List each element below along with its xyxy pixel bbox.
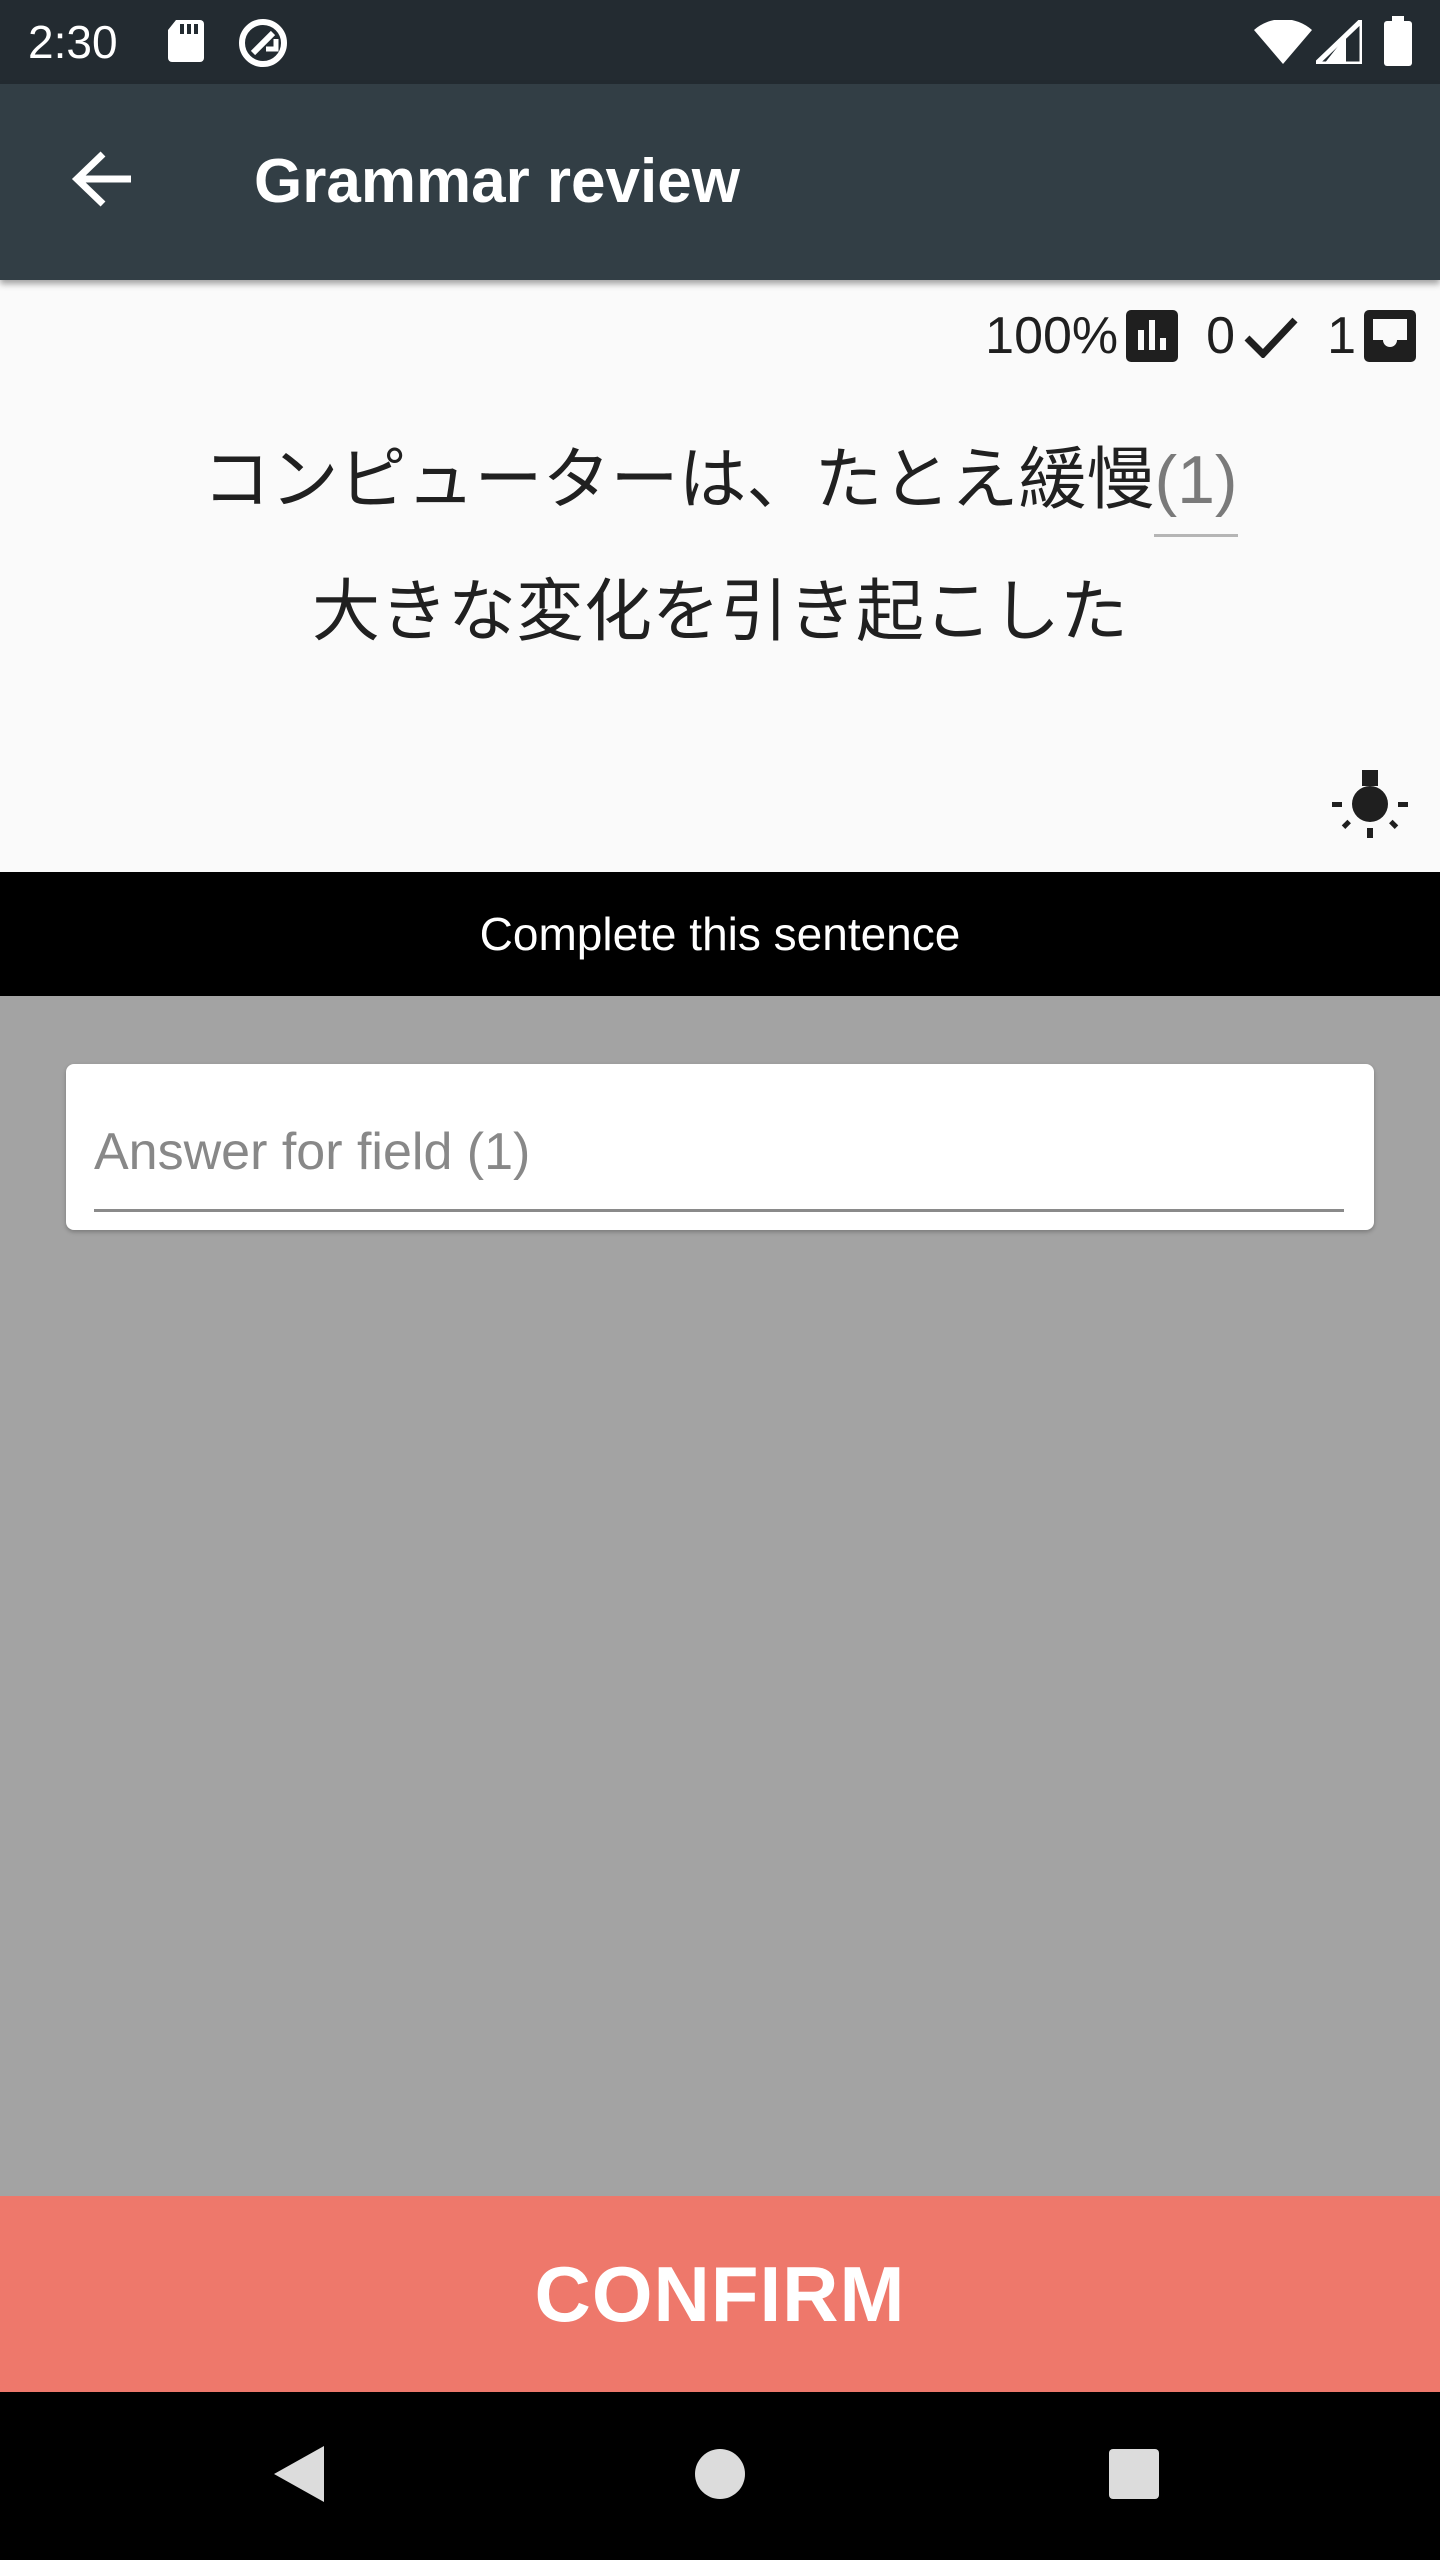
question-panel: 100% 0 1 コンピューターは、たとえ緩慢(1) 大きな変化を引き起こした [0,280,1440,872]
triangle-back-icon [270,2442,330,2511]
correct-count: 0 [1206,307,1236,365]
check-icon [1243,314,1299,358]
accuracy-value: 100% [985,307,1119,365]
hint-button[interactable] [1322,760,1418,856]
nav-back-button[interactable] [250,2426,350,2526]
status-time: 2:30 [28,16,118,68]
sd-card-icon [166,18,206,69]
wifi-icon [1254,19,1312,69]
circle-home-icon [692,2446,748,2507]
square-recents-icon [1107,2447,1161,2506]
instruction-bar: Complete this sentence [0,872,1440,996]
answer-input[interactable] [94,1094,1344,1212]
app-bar: Grammar review [0,84,1440,280]
inbox-icon [1364,310,1416,362]
answer-card [66,1064,1374,1230]
arrow-back-icon [71,150,135,213]
confirm-button[interactable]: CONFIRM [0,2196,1440,2392]
status-bar: 2:30 [0,0,1440,84]
back-button[interactable] [48,126,158,236]
nav-home-button[interactable] [670,2426,770,2526]
nav-recents-button[interactable] [1084,2426,1184,2526]
lightbulb-icon [1330,766,1410,851]
navigation-bar [0,2392,1440,2560]
page-title: Grammar review [254,147,740,216]
remaining-count: 1 [1327,307,1356,365]
question-text-part1: コンピューターは、たとえ緩慢 [202,442,1155,518]
signal-icon [1309,14,1365,69]
blank-field-1: (1) [1154,440,1238,537]
sync-icon [236,16,290,75]
question-sentence-line1: コンピューターは、たとえ緩慢(1) [0,440,1440,537]
battery-icon [1384,16,1412,71]
stats-row: 100% 0 1 [975,304,1416,368]
bar-chart-icon [1126,310,1179,362]
question-sentence-line2: 大きな変化を引き起こした [311,574,1128,650]
